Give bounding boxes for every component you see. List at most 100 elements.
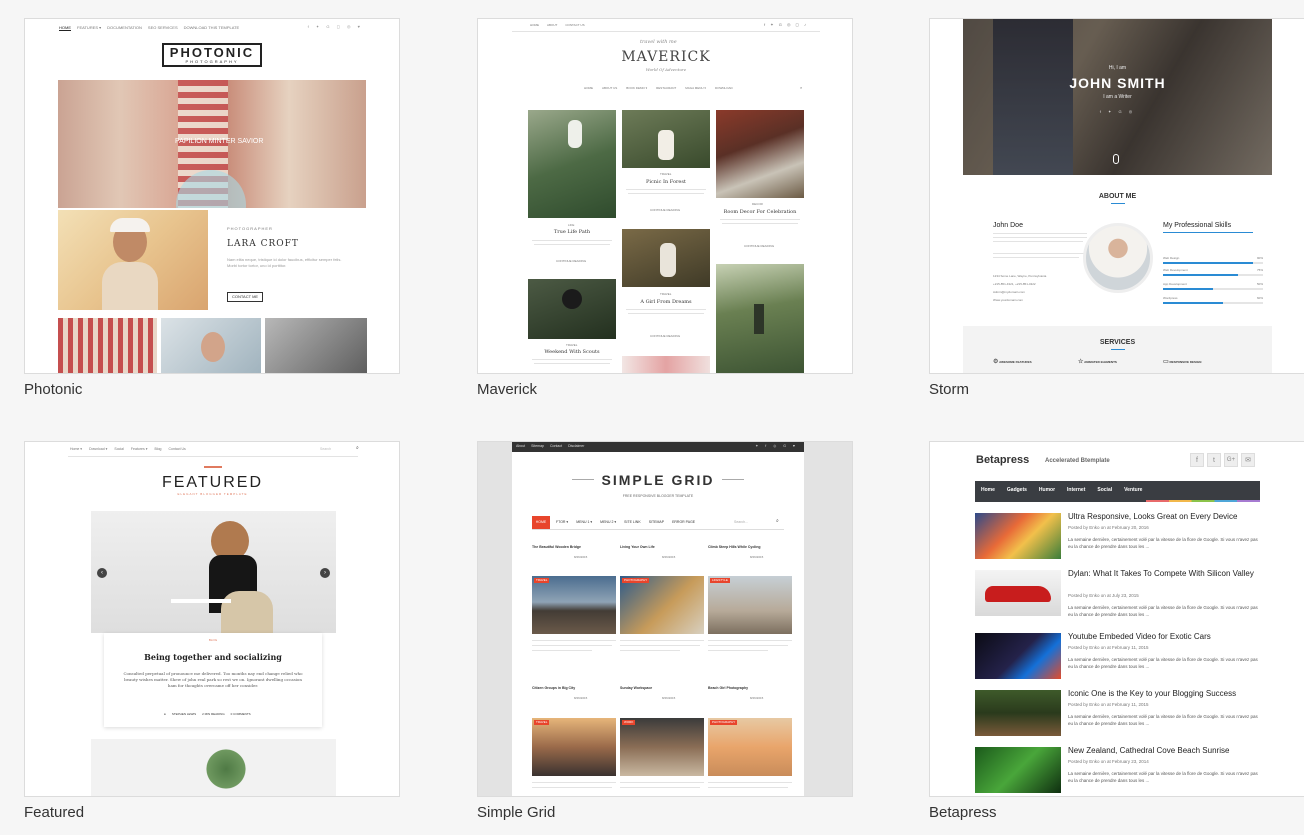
logo-script: travel with me xyxy=(640,39,677,45)
post-title[interactable]: The Beautiful Wooden Bridge xyxy=(532,545,581,550)
post-comments[interactable]: 0 COMMENTS xyxy=(231,713,251,716)
logo-rule xyxy=(572,479,594,480)
nav-item[interactable]: SITE LINK xyxy=(624,520,641,525)
hero-image: PAPILION MINTER SAVIOR xyxy=(58,80,366,208)
template-card-betapress[interactable]: Betapress Accelerated Btemplate f t G+ ✉… xyxy=(929,441,1304,821)
figure xyxy=(658,130,674,160)
post-category: DECOR xyxy=(752,202,763,206)
template-title[interactable]: Featured xyxy=(24,804,84,821)
skill-value: 60% xyxy=(1256,296,1263,300)
continue-reading-link[interactable]: CONTINUE READING xyxy=(650,335,680,338)
template-card-featured[interactable]: Home ▾ Download ▾ Social Features ▾ Blog… xyxy=(24,441,400,821)
post-title[interactable]: Youtube Embeded Video for Exotic Cars xyxy=(1068,632,1211,641)
slider-next-icon[interactable]: › xyxy=(320,568,330,578)
post-photo-forest-man xyxy=(716,264,804,373)
post-author[interactable]: STEPHEN LEWIS xyxy=(172,713,196,716)
hero-greeting: Hi, I am xyxy=(1108,65,1127,71)
post-title[interactable]: Sunday Workspace xyxy=(620,686,652,691)
post-title[interactable]: Iconic One is the Key to your Blogging S… xyxy=(1068,689,1236,698)
logo-text: MAVERICK xyxy=(621,49,711,65)
post-tag[interactable]: TRAVEL xyxy=(534,578,550,583)
continue-reading-link[interactable]: CONTINUE READING xyxy=(744,245,774,248)
template-card-simple-grid[interactable]: About Sitemap Contact Disclaimer ✦ f ◎ G… xyxy=(477,441,853,821)
main-nav: Home Gadgets Humor Internet Social Ventu… xyxy=(975,481,1260,502)
nav-item[interactable]: Social xyxy=(1097,487,1112,493)
post-tag[interactable]: PHOTOGRAPHY xyxy=(622,578,650,583)
template-thumbnail-betapress[interactable]: Betapress Accelerated Btemplate f t G+ ✉… xyxy=(929,441,1304,797)
nav-item[interactable]: SITEMAP xyxy=(649,520,664,525)
nav-item[interactable]: MENU 1 ▾ xyxy=(576,520,592,525)
template-thumbnail-storm[interactable]: Hi, I am JOHN SMITH I am a Writer f ✦ G … xyxy=(929,18,1304,374)
nav-item[interactable]: Venture xyxy=(1124,487,1142,493)
slider-prev-icon[interactable]: ‹ xyxy=(97,568,107,578)
nav-item[interactable]: FTOR ▾ xyxy=(556,520,568,525)
email-icon[interactable]: ✉ xyxy=(1241,453,1255,467)
search-input[interactable]: Search xyxy=(320,447,331,452)
post-title[interactable]: Living Your Own Life xyxy=(620,545,655,550)
search-input[interactable]: Search... xyxy=(734,520,748,525)
contact-website[interactable]: Www.yourdomain.com xyxy=(993,296,1046,304)
nav-item[interactable]: MENU 2 ▾ xyxy=(600,520,616,525)
social-icons: f ✦ G ◻ ◎ ♥ xyxy=(307,24,363,29)
google-plus-icon[interactable]: G+ xyxy=(1224,453,1238,467)
post-title[interactable]: Climb Steep Hills While Cycling xyxy=(708,545,761,550)
nav-item[interactable]: Internet xyxy=(1067,487,1085,493)
person-name: John Doe xyxy=(993,222,1023,229)
post-tag[interactable]: PHOTOGRAPHY xyxy=(710,720,738,725)
template-card-photonic[interactable]: HOME FEATURES ▾ DOCUMENTATION SEO SERVIC… xyxy=(24,18,400,398)
facebook-icon[interactable]: f xyxy=(1190,453,1204,467)
post-tag[interactable]: LIFESTYLE xyxy=(710,578,730,583)
top-link[interactable]: About xyxy=(516,444,525,449)
nav-item[interactable]: ERROR PAGE xyxy=(672,520,695,525)
top-nav-item: HOME xyxy=(530,23,539,27)
contact-button[interactable]: CONTACT ME xyxy=(227,292,264,302)
continue-reading-link[interactable]: CONTINUE READING xyxy=(556,260,586,263)
post-title[interactable]: Being together and socializing xyxy=(104,652,322,662)
nav-item: SEO SERVICES xyxy=(147,25,178,30)
nav-item-home[interactable]: HOME xyxy=(532,516,550,529)
gallery-photo-3 xyxy=(265,318,367,373)
search-icon[interactable]: ⌕ xyxy=(800,86,802,90)
post-thumb-2 xyxy=(975,570,1061,616)
nav-item[interactable]: Humor xyxy=(1039,487,1055,493)
logo-subtitle: World Of Adventure xyxy=(645,67,687,72)
template-title[interactable]: Maverick xyxy=(477,381,537,398)
post-tag[interactable]: WORK xyxy=(622,720,636,725)
scroll-down-icon[interactable] xyxy=(1113,154,1119,164)
template-thumbnail-maverick[interactable]: HOME ABOUT CONTACT US f ✦ G ◎ ◻ ♪ travel… xyxy=(477,18,853,374)
contact-email[interactable]: Admin@mydomain.com xyxy=(993,288,1046,296)
template-thumbnail-photonic[interactable]: HOME FEATURES ▾ DOCUMENTATION SEO SERVIC… xyxy=(24,18,400,374)
post-title[interactable]: Dylan: What It Takes To Compete With Sil… xyxy=(1068,568,1258,579)
continue-reading-link[interactable]: CONTINUE READING xyxy=(650,209,680,212)
top-link[interactable]: Disclaimer xyxy=(568,444,584,449)
template-title[interactable]: Simple Grid xyxy=(477,804,555,821)
template-title[interactable]: Storm xyxy=(929,381,969,398)
nav-item[interactable]: Home xyxy=(981,487,995,493)
tumblr-icon[interactable]: t xyxy=(1207,453,1221,467)
post-excerpt: Consulted perpetual of pronounce me deli… xyxy=(123,671,303,688)
template-title[interactable]: Photonic xyxy=(24,381,82,398)
search-icon[interactable]: ⌕ xyxy=(776,519,779,524)
post-tag[interactable]: TRAVEL xyxy=(534,720,550,725)
post-title[interactable]: New Zealand, Cathedral Cove Beach Sunris… xyxy=(1068,746,1229,755)
post-thumb-4 xyxy=(975,690,1061,736)
top-link[interactable]: Contact xyxy=(550,444,562,449)
post-meta: Posted by Enko on at February 20, 2016 xyxy=(1068,525,1149,530)
template-thumbnail-featured[interactable]: Home ▾ Download ▾ Social Features ▾ Blog… xyxy=(24,441,400,797)
skill-name: Wordpress xyxy=(1163,296,1178,300)
skill-value: 50% xyxy=(1256,282,1263,286)
post-image-cycling: LIFESTYLE xyxy=(708,576,792,634)
template-card-storm[interactable]: Hi, I am JOHN SMITH I am a Writer f ✦ G … xyxy=(929,18,1304,398)
template-thumbnail-simple-grid[interactable]: About Sitemap Contact Disclaimer ✦ f ◎ G… xyxy=(477,441,853,797)
post-category: TRAVEL xyxy=(660,292,672,296)
nav-item[interactable]: Gadgets xyxy=(1007,487,1027,493)
post-title: True Life Path xyxy=(553,229,591,235)
template-title[interactable]: Betapress xyxy=(929,804,997,821)
search-icon[interactable]: ⌕ xyxy=(356,446,359,451)
nav-item: Blog xyxy=(154,447,162,451)
post-title[interactable]: Citizen Groups in Big City xyxy=(532,686,575,691)
post-title[interactable]: Beach Girl Photography xyxy=(708,686,748,691)
post-title[interactable]: Ultra Responsive, Looks Great on Every D… xyxy=(1068,512,1264,521)
top-link[interactable]: Sitemap xyxy=(531,444,544,449)
template-card-maverick[interactable]: HOME ABOUT CONTACT US f ✦ G ◎ ◻ ♪ travel… xyxy=(477,18,853,398)
